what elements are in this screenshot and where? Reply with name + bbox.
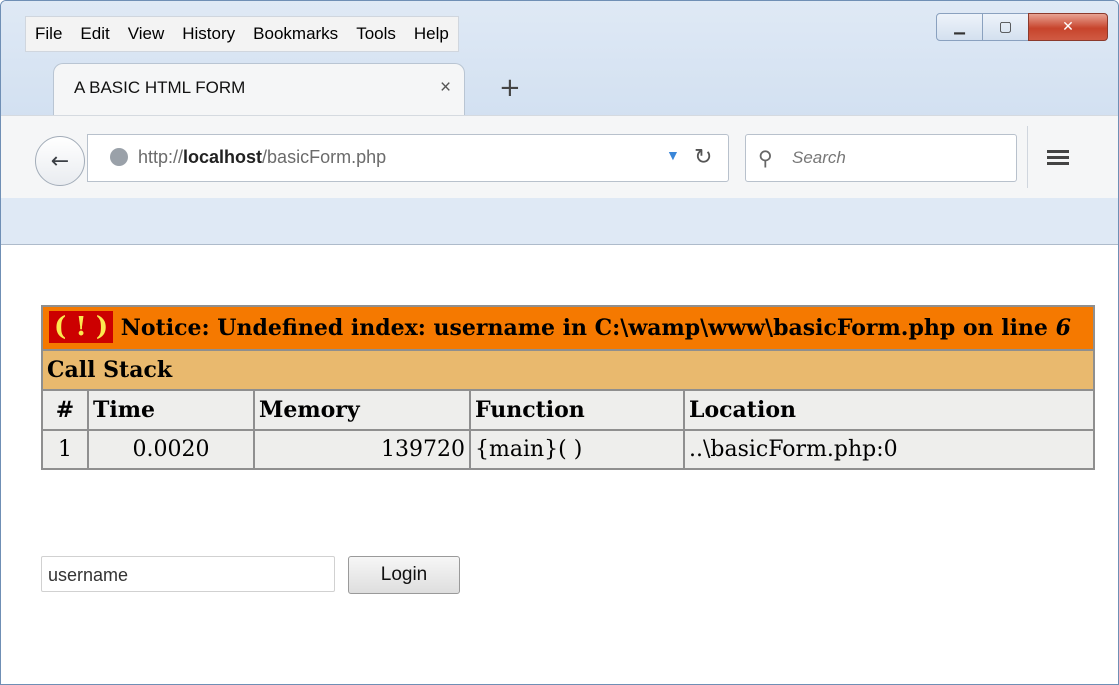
- hamburger-icon: [1047, 147, 1069, 168]
- table-row: 1 0.0020 139720 {main}( ) ..\basicForm.p…: [41, 429, 1095, 470]
- menu-edit[interactable]: Edit: [71, 18, 118, 50]
- cell-time: 0.0020: [87, 429, 255, 470]
- url-text: http://localhost/basicForm.php: [138, 147, 386, 168]
- search-placeholder: Search: [792, 148, 846, 167]
- browser-chrome: File Edit View History Bookmarks Tools H…: [1, 1, 1118, 245]
- url-scheme: http://: [138, 147, 184, 167]
- tab-title: A BASIC HTML FORM: [74, 78, 246, 97]
- back-arrow-icon: ←: [50, 148, 70, 174]
- browser-window: File Edit View History Bookmarks Tools H…: [0, 0, 1119, 685]
- close-icon: ✕: [1062, 19, 1074, 35]
- page-content: ( ! ) Notice: Undefined index: username …: [1, 246, 1118, 684]
- minimize-button[interactable]: ▁: [936, 13, 983, 41]
- new-tab-button[interactable]: +: [499, 73, 521, 103]
- url-bar[interactable]: http://localhost/basicForm.php ▼ ↻: [87, 134, 729, 182]
- header-function: Function: [469, 389, 685, 431]
- call-stack-title: Call Stack: [41, 349, 1095, 391]
- close-window-button[interactable]: ✕: [1028, 13, 1108, 41]
- notice-message: Notice: Undefined index: username in C:\…: [120, 315, 1048, 341]
- back-button[interactable]: ←: [35, 136, 85, 186]
- url-path: /basicForm.php: [262, 147, 387, 167]
- cell-location: ..\basicForm.php:0: [683, 429, 1095, 470]
- menu-tools[interactable]: Tools: [347, 18, 405, 50]
- navigation-bar: http://localhost/basicForm.php ▼ ↻ ← ⚲ S…: [1, 115, 1118, 199]
- reload-icon[interactable]: ↻: [694, 144, 712, 170]
- tab-strip: A BASIC HTML FORM × +: [1, 63, 1118, 116]
- notice-line-number: 6: [1055, 315, 1071, 341]
- tab-basic-html-form[interactable]: A BASIC HTML FORM ×: [53, 63, 465, 116]
- globe-icon: [110, 148, 128, 166]
- url-host: localhost: [183, 147, 263, 167]
- maximize-icon: ▢: [998, 19, 1013, 35]
- menu-file[interactable]: File: [26, 18, 71, 50]
- window-controls: ▁ ▢ ✕: [936, 13, 1108, 41]
- maximize-button[interactable]: ▢: [982, 13, 1029, 41]
- bookmarks-toolbar: [1, 198, 1118, 245]
- header-location: Location: [683, 389, 1095, 431]
- login-button[interactable]: Login: [348, 556, 460, 594]
- header-index: #: [41, 389, 89, 431]
- username-input[interactable]: username: [41, 556, 335, 592]
- header-memory: Memory: [253, 389, 471, 431]
- tab-close-icon[interactable]: ×: [440, 77, 451, 99]
- header-time: Time: [87, 389, 255, 431]
- cell-index: 1: [41, 429, 89, 470]
- call-stack-header-row: # Time Memory Function Location: [41, 389, 1095, 431]
- cell-function: {main}( ): [469, 429, 685, 470]
- search-icon: ⚲: [758, 148, 773, 170]
- search-bar[interactable]: ⚲ Search: [745, 134, 1017, 182]
- minimize-icon: ▁: [954, 19, 965, 35]
- xdebug-notice-table: ( ! ) Notice: Undefined index: username …: [41, 305, 1095, 470]
- menu-view[interactable]: View: [119, 18, 174, 50]
- url-dropdown-icon[interactable]: ▼: [666, 147, 680, 163]
- open-menu-button[interactable]: [1027, 126, 1088, 188]
- menu-bookmarks[interactable]: Bookmarks: [244, 18, 347, 50]
- notice-icon: ( ! ): [49, 311, 114, 343]
- menu-bar: File Edit View History Bookmarks Tools H…: [25, 16, 459, 52]
- menu-history[interactable]: History: [173, 18, 244, 50]
- menu-help[interactable]: Help: [405, 18, 458, 50]
- cell-memory: 139720: [253, 429, 471, 470]
- notice-row: ( ! ) Notice: Undefined index: username …: [41, 305, 1095, 351]
